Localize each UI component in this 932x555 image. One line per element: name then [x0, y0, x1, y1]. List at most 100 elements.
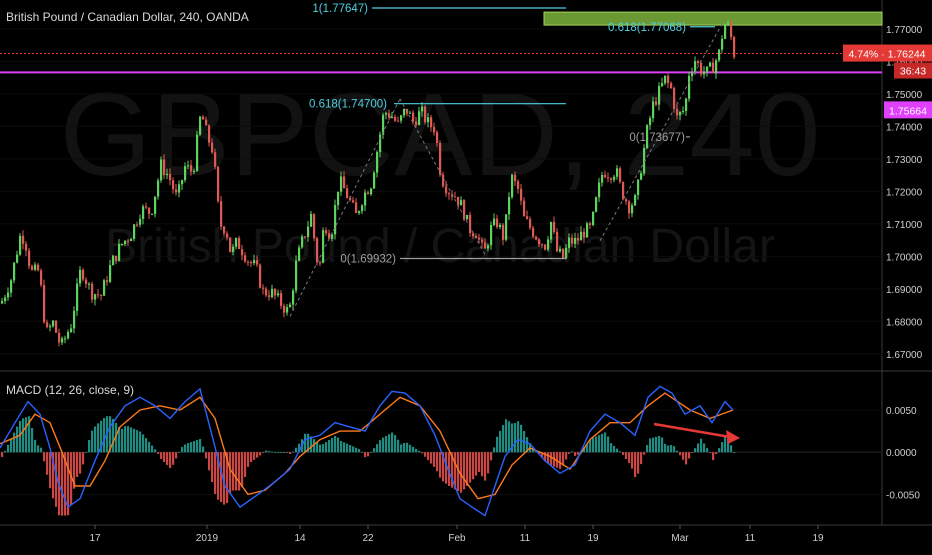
candle-body [649, 118, 652, 126]
symbol-title[interactable]: British Pound / Canadian Dollar, 240, OA… [6, 10, 249, 24]
candle-body [553, 222, 556, 232]
macd-histogram-bar [355, 447, 358, 453]
macd-histogram-bar [559, 452, 562, 469]
candle-body [316, 238, 319, 263]
macd-histogram-bar [514, 423, 517, 453]
candle-body [49, 326, 52, 328]
candle-body [496, 218, 499, 227]
candle-body [187, 165, 190, 167]
macd-histogram-bar [463, 452, 466, 490]
candle-body [196, 134, 199, 171]
candle-body [202, 116, 205, 120]
candle-body [652, 101, 655, 119]
macd-histogram-bar [391, 432, 394, 453]
price-tick-label: 1.75000 [886, 90, 923, 101]
macd-histogram-bar [646, 445, 649, 453]
macd-histogram-bar [598, 435, 601, 453]
candle-body [211, 142, 214, 153]
macd-histogram-bar [712, 452, 715, 461]
macd-histogram-bar [718, 448, 721, 453]
macd-histogram-bar [154, 449, 157, 453]
candle-body [700, 62, 703, 75]
candle-body [673, 88, 676, 109]
macd-tick-label: 0.0000 [886, 448, 917, 459]
macd-histogram-bar [517, 421, 520, 453]
candle-body [403, 108, 406, 116]
candle-body [295, 260, 298, 291]
candle-body [259, 264, 262, 288]
macd-histogram-bar [19, 420, 22, 453]
macd-histogram-bar [673, 446, 676, 453]
macd-histogram-bar [715, 452, 718, 455]
candle-body [709, 62, 712, 67]
candle-body [685, 98, 688, 111]
candle-body [376, 152, 379, 173]
macd-histogram-bar [562, 452, 565, 466]
macd-histogram-bar [91, 430, 94, 453]
macd-histogram-bar [151, 445, 154, 453]
macd-histogram-bar [325, 442, 328, 453]
macd-histogram-bar [145, 438, 148, 453]
candle-body [415, 121, 418, 125]
macd-histogram-bar [691, 452, 694, 454]
candle-body [505, 214, 508, 240]
macd-histogram-bar [235, 452, 238, 491]
macd-histogram-bar [679, 452, 682, 456]
candle-body [574, 238, 577, 244]
macd-histogram-bar [208, 452, 211, 471]
candle-body [148, 207, 151, 214]
candle-body [175, 189, 178, 193]
macd-histogram-bar [97, 423, 100, 453]
macd-histogram-bar [373, 448, 376, 453]
candle-body [619, 168, 622, 182]
macd-histogram-bar [127, 426, 130, 453]
price-tick-label: 1.69000 [886, 285, 923, 296]
macd-histogram-bar [280, 452, 283, 454]
candle-body [142, 206, 145, 219]
candle-body [655, 101, 658, 105]
macd-histogram-bar [94, 426, 97, 453]
candle-body [355, 202, 358, 214]
candle-body [190, 165, 193, 172]
macd-histogram-bar [664, 443, 667, 453]
macd-histogram-bar [496, 436, 499, 453]
macd-histogram-bar [229, 452, 232, 494]
candle-body [670, 83, 673, 89]
fib-level-label: 0(1.73677) [629, 132, 685, 144]
candle-body [556, 231, 559, 252]
macd-label[interactable]: MACD (12, 26, close, 9) [6, 383, 134, 397]
candle-body [244, 255, 247, 262]
candle-body [487, 245, 490, 249]
macd-histogram-bar [397, 439, 400, 453]
candle-body [151, 213, 154, 215]
candle-body [28, 250, 31, 267]
candle-body [697, 61, 700, 63]
macd-histogram-bar [655, 436, 658, 453]
macd-histogram-bar [79, 452, 82, 474]
macd-histogram-bar [1, 452, 4, 457]
macd-histogram-bar [685, 452, 688, 465]
macd-histogram-bar [364, 452, 367, 458]
candle-body [292, 290, 295, 305]
candle-body [454, 196, 457, 198]
macd-histogram-bar [493, 447, 496, 453]
macd-histogram-bar [637, 452, 640, 474]
candle-body [118, 244, 121, 261]
candle-body [412, 112, 415, 122]
candle-body [22, 235, 25, 244]
candle-body [499, 224, 502, 227]
macd-histogram-bar [88, 440, 91, 453]
candle-body [589, 223, 592, 225]
candle-body [625, 199, 628, 202]
candle-body [478, 237, 481, 240]
macd-histogram-bar [550, 452, 553, 466]
macd-histogram-bar [22, 418, 25, 453]
candle-body [436, 132, 439, 143]
candle-body [535, 236, 538, 240]
macd-histogram-bar [616, 448, 619, 453]
macd-histogram-bar [688, 452, 691, 459]
macd-histogram-bar [388, 434, 391, 453]
macd-histogram-bar [565, 452, 568, 460]
candle-body [565, 247, 568, 259]
candle-body [715, 60, 718, 74]
